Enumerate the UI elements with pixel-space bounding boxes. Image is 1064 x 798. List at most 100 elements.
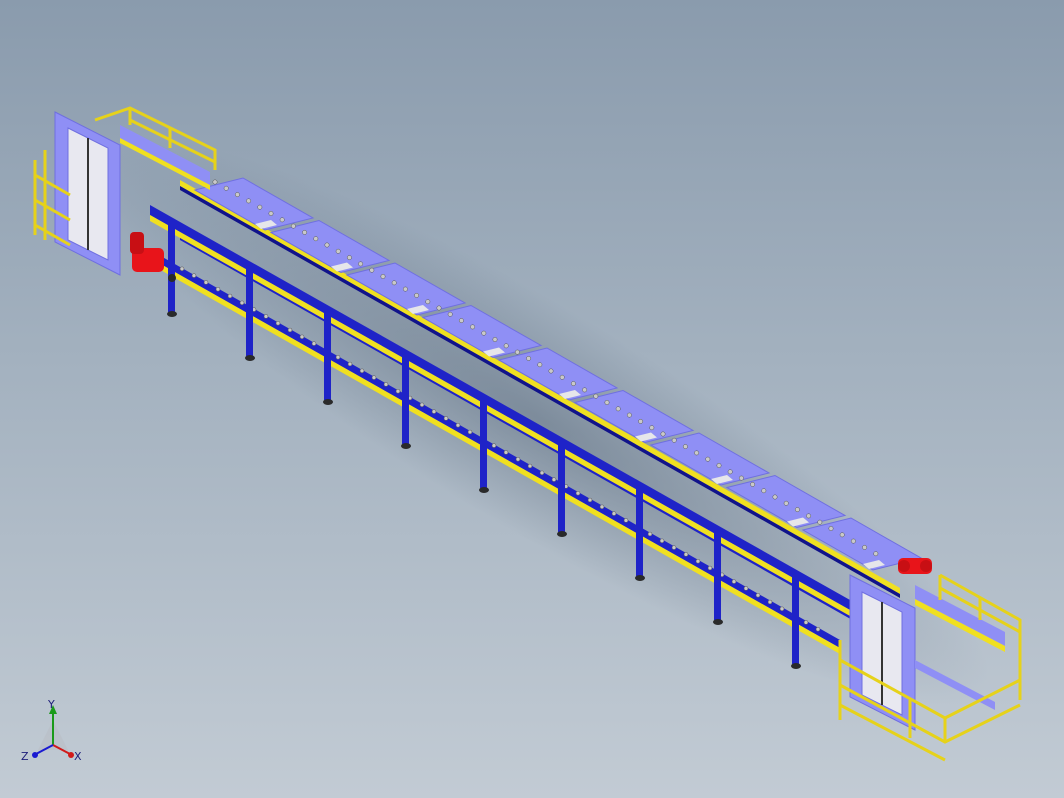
cad-viewport[interactable]: Y X Z bbox=[0, 0, 1064, 798]
leveling-foot bbox=[479, 487, 489, 493]
roller bbox=[369, 267, 375, 273]
roller bbox=[402, 286, 408, 292]
roller bbox=[738, 475, 744, 481]
support-leg bbox=[480, 398, 487, 488]
roller bbox=[731, 579, 737, 584]
roller bbox=[671, 437, 677, 443]
roller bbox=[371, 375, 377, 380]
roller bbox=[575, 490, 581, 496]
conveyor-model[interactable] bbox=[0, 0, 1064, 798]
roller bbox=[647, 531, 653, 537]
roller bbox=[828, 526, 834, 531]
roller bbox=[551, 477, 557, 482]
roller bbox=[263, 314, 269, 319]
roller bbox=[716, 463, 722, 468]
roller bbox=[212, 179, 218, 185]
roller bbox=[582, 387, 588, 393]
roller bbox=[246, 198, 252, 204]
roller bbox=[815, 626, 821, 632]
roller bbox=[347, 361, 353, 367]
roller bbox=[599, 504, 605, 510]
x-axis-label: X bbox=[74, 750, 82, 763]
roller bbox=[191, 273, 197, 278]
leveling-foot bbox=[791, 663, 801, 669]
roller bbox=[682, 444, 688, 450]
support-leg bbox=[636, 486, 643, 576]
roller bbox=[335, 248, 341, 254]
roller bbox=[604, 400, 610, 405]
roller bbox=[279, 217, 285, 223]
leveling-foot bbox=[557, 531, 567, 537]
roller bbox=[223, 185, 229, 191]
upper-near-rail bbox=[150, 205, 850, 616]
roller bbox=[419, 402, 425, 408]
roller bbox=[257, 204, 263, 210]
roller bbox=[750, 481, 756, 487]
roller bbox=[491, 443, 497, 448]
roller bbox=[779, 606, 785, 612]
roller bbox=[694, 450, 700, 456]
leveling-foot bbox=[245, 355, 255, 361]
support-leg bbox=[168, 222, 175, 312]
roller bbox=[803, 620, 809, 625]
roller bbox=[873, 551, 879, 557]
roller bbox=[234, 192, 240, 198]
roller bbox=[346, 255, 352, 261]
roller bbox=[514, 349, 520, 355]
roller bbox=[470, 324, 476, 330]
roller bbox=[817, 519, 823, 525]
roller bbox=[862, 544, 868, 550]
roller bbox=[783, 500, 789, 506]
roller bbox=[467, 429, 473, 435]
roller bbox=[179, 266, 185, 272]
roller bbox=[503, 343, 509, 349]
z-axis-label: Z bbox=[21, 750, 29, 763]
roller bbox=[593, 393, 599, 399]
roller bbox=[299, 334, 305, 340]
roller bbox=[455, 422, 461, 428]
roller bbox=[649, 425, 655, 431]
support-leg bbox=[558, 442, 565, 532]
roller bbox=[623, 518, 629, 523]
roller bbox=[380, 274, 386, 279]
roller bbox=[767, 599, 773, 605]
roller bbox=[794, 507, 800, 513]
roller bbox=[839, 532, 845, 538]
right-drive-motor[interactable] bbox=[898, 558, 932, 574]
axis-triad[interactable]: Y X Z bbox=[18, 700, 88, 770]
roller bbox=[359, 368, 365, 374]
roller bbox=[695, 558, 701, 564]
roller bbox=[383, 382, 389, 387]
leveling-foot bbox=[323, 399, 333, 405]
roller bbox=[324, 242, 330, 248]
roller bbox=[436, 305, 442, 311]
support-leg bbox=[324, 310, 331, 400]
y-axis-label: Y bbox=[47, 700, 55, 711]
roller bbox=[537, 362, 543, 368]
roller bbox=[707, 565, 713, 571]
roller bbox=[425, 299, 431, 305]
roller bbox=[268, 211, 274, 216]
roller bbox=[287, 327, 293, 333]
roller bbox=[638, 418, 644, 424]
roller bbox=[391, 280, 397, 286]
roller bbox=[587, 497, 593, 503]
roller bbox=[215, 286, 221, 292]
support-leg bbox=[792, 574, 799, 664]
roller bbox=[761, 488, 767, 494]
roller bbox=[850, 538, 856, 544]
roller bbox=[395, 388, 401, 394]
roller bbox=[414, 292, 420, 298]
support-leg bbox=[246, 266, 253, 356]
leveling-foot bbox=[713, 619, 723, 625]
roller bbox=[727, 469, 733, 475]
roller bbox=[705, 456, 711, 462]
support-leg bbox=[402, 354, 409, 444]
roller bbox=[526, 355, 532, 361]
roller bbox=[671, 545, 677, 550]
roller bbox=[806, 513, 812, 519]
roller bbox=[275, 320, 281, 326]
roller bbox=[772, 494, 778, 500]
roller bbox=[615, 406, 621, 412]
roller bbox=[539, 470, 545, 476]
